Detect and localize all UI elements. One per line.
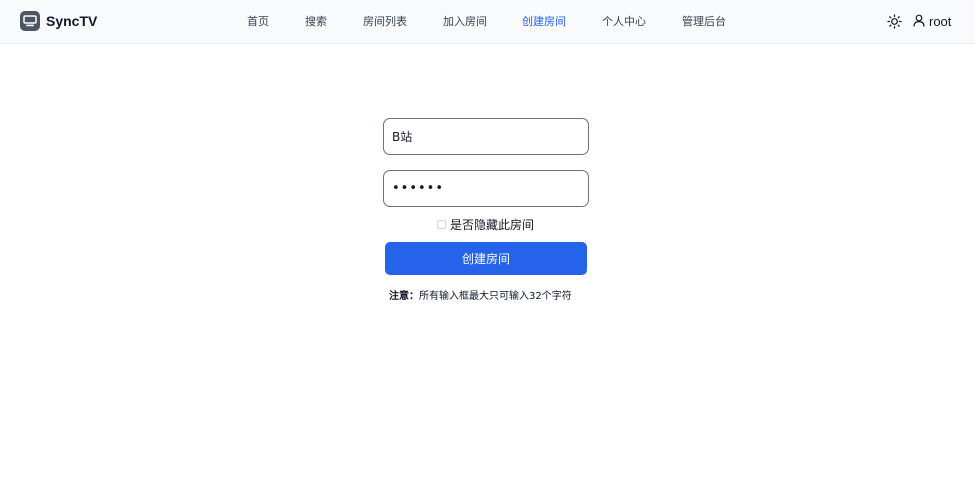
room-password-input[interactable] <box>383 170 589 207</box>
nav-link-room-list[interactable]: 房间列表 <box>363 13 407 29</box>
tv-logo-icon <box>20 11 40 31</box>
create-room-button[interactable]: 创建房间 <box>385 242 587 275</box>
note-text: 所有输入框最大只可输入32个字符 <box>419 291 572 302</box>
hide-room-label: 是否隐藏此房间 <box>450 218 535 232</box>
brand-name: SyncTV <box>46 13 98 29</box>
nav-link-search[interactable]: 搜索 <box>305 13 327 29</box>
nav-link-admin[interactable]: 管理后台 <box>682 13 726 29</box>
input-length-note: 注意：所有输入框最大只可输入32个字符 <box>389 287 572 302</box>
hide-room-option: 是否隐藏此房间 <box>437 216 534 233</box>
note-prefix: 注意： <box>389 291 419 302</box>
nav-link-create-room[interactable]: 创建房间 <box>522 13 566 29</box>
nav-link-join-room[interactable]: 加入房间 <box>443 13 487 29</box>
sun-icon[interactable] <box>886 13 902 29</box>
room-name-input[interactable] <box>383 118 589 155</box>
navbar: SyncTV 首页 搜索 房间列表 加入房间 创建房间 个人中心 管理后台 ro… <box>0 0 975 44</box>
user-menu[interactable]: root <box>913 12 951 31</box>
brand[interactable]: SyncTV <box>20 11 97 31</box>
nav-link-profile[interactable]: 个人中心 <box>602 13 646 29</box>
hide-room-checkbox[interactable] <box>437 220 446 229</box>
user-name: root <box>929 14 952 29</box>
user-icon <box>913 12 925 31</box>
nav-link-home[interactable]: 首页 <box>247 13 269 29</box>
